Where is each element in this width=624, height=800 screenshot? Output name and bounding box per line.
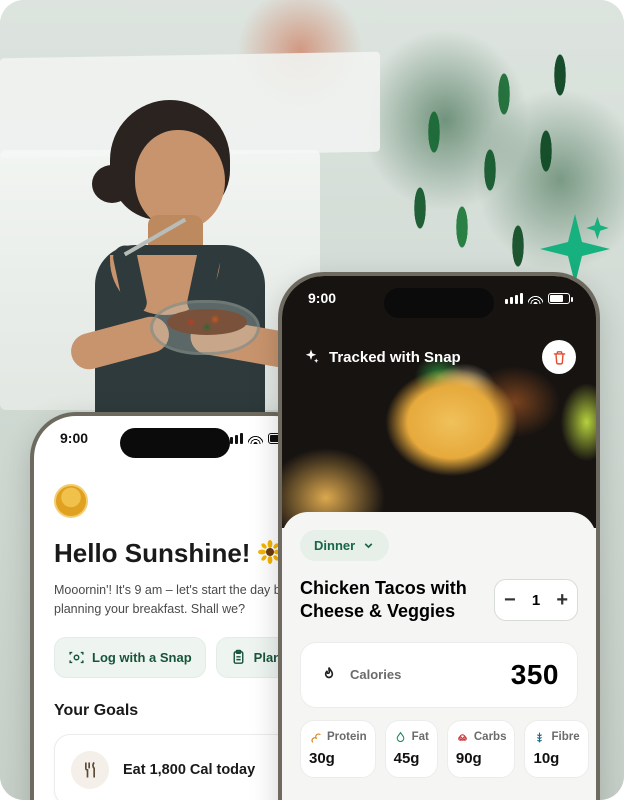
chevron-down-icon [362,539,375,552]
dish-name: Chicken Tacos with Cheese & Veggies [300,577,480,624]
avatar[interactable] [54,484,88,518]
macro-label: Fibre [551,731,579,743]
goal-card-calories[interactable]: Eat 1,800 Cal today [54,734,296,800]
utensils-icon [71,751,109,789]
detail-sheet: Dinner Chicken Tacos with Cheese & Veggi… [282,512,596,800]
macro-value: 45g [394,750,429,767]
macro-value: 30g [309,750,367,767]
greeting-title: Hello Sunshine! [54,538,296,571]
increment-button[interactable]: + [547,580,577,620]
meal-selector[interactable]: Dinner [300,530,389,561]
carbs-icon [456,731,469,744]
macro-label: Fat [412,731,429,743]
goal-text: Eat 1,800 Cal today [123,762,255,778]
macro-value: 10g [533,750,579,767]
phone-home-screen: 9:00 Hello Sunshine! Mooornin'! It's 9 a… [30,412,320,800]
macro-label: Protein [327,731,367,743]
macro-carbs: Carbs 90g [447,720,516,778]
cellular-icon [505,293,523,304]
detail-header: Tracked with Snap [282,336,596,378]
battery-icon [548,293,570,304]
status-time: 9:00 [308,290,336,306]
notch [120,428,230,458]
clipboard-icon [230,649,247,666]
macro-label: Carbs [474,731,507,743]
calories-card: Calories 350 [300,642,578,708]
button-label: Log with a Snap [92,650,192,665]
droplet-icon [394,731,407,744]
macro-fat: Fat 45g [385,720,438,778]
calories-value: 350 [511,659,559,691]
macro-value: 90g [456,750,507,767]
status-time: 9:00 [60,430,88,446]
sparkle-icon [302,348,320,366]
decrement-button[interactable]: − [495,580,525,620]
wifi-icon [528,293,543,304]
meal-label: Dinner [314,538,355,553]
trash-icon [551,349,568,366]
macro-fibre: Fibre 10g [524,720,588,778]
macros-row: Protein 30g Fat 45g Carbs 90g Fibre 10g [300,720,578,778]
delete-button[interactable] [542,340,576,374]
marketing-stage: 9:00 Hello Sunshine! Mooornin'! It's 9 a… [0,0,624,800]
flame-icon [319,665,339,685]
header-label: Tracked with Snap [329,349,461,366]
greeting-text: Hello Sunshine! [54,538,250,568]
phone-food-detail: 9:00 Tracked with Snap Dinner [278,272,600,800]
wheat-icon [533,731,546,744]
quick-actions: Log with a Snap Plan [54,637,296,678]
quantity-value: 1 [525,592,548,609]
greeting-subtitle: Mooornin'! It's 9 am – let's start the d… [54,581,296,619]
calories-label: Calories [350,667,401,682]
quantity-stepper: − 1 + [494,579,578,621]
camera-icon [68,649,85,666]
log-with-snap-button[interactable]: Log with a Snap [54,637,206,678]
protein-icon [309,731,322,744]
goals-heading: Your Goals [54,702,296,720]
macro-protein: Protein 30g [300,720,376,778]
status-icons [505,293,570,304]
notch [384,288,494,318]
wifi-icon [248,433,263,444]
salad-bowl [150,300,260,355]
